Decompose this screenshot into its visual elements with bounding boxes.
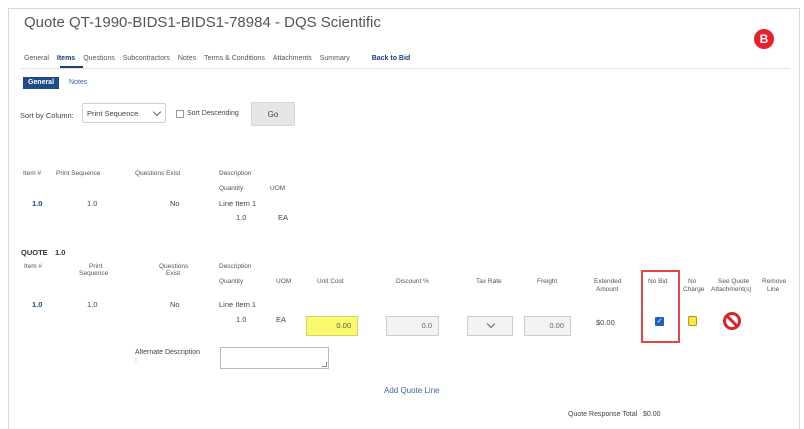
quote-number: 1.0 [55,248,66,257]
items-header-print-sequence: Print Sequence [56,170,101,177]
quote-header-freight: Freight [537,278,558,285]
quote-header-uom: UOM [276,278,292,285]
quote-header-item: Item # [24,263,43,270]
sort-by-label: Sort by Column: [20,111,74,120]
no-bid-checkbox[interactable]: ✓ [655,317,664,326]
quote-row-questions: No [170,300,180,309]
items-row-questions: No [170,199,180,208]
quote-header-quantity: Quantity [219,278,244,285]
add-quote-line-link[interactable]: Add Quote Line [384,386,440,395]
items-row-description: Line Item 1 [219,199,257,208]
quote-header-no: No [688,278,697,285]
items-row-item[interactable]: 1.0 [32,199,42,208]
page-frame [8,8,800,429]
tab-bar: General Items Questions Subcontractors N… [24,55,410,62]
quote-header-amount: Amount [596,286,619,293]
discount-input[interactable]: 0.0 [386,316,439,336]
back-to-bid-link[interactable]: Back to Bid [372,55,411,62]
tab-items[interactable]: Items [57,55,75,62]
quote-header-discount: Discount % [396,278,429,285]
items-header-questions: Questions Exist [135,170,181,177]
quote-header-sequence: Sequence [79,270,109,277]
alternate-description-textarea[interactable] [220,347,329,369]
quote-header-extended: Extended [594,278,622,285]
items-row-print-sequence: 1.0 [87,199,98,208]
quote-row-item[interactable]: 1.0 [32,300,42,309]
quote-row-quantity: 1.0 [236,315,247,324]
quote-label: QUOTE [21,248,48,257]
quote-row-description: Line Item 1 [219,300,257,309]
chevron-down-icon [486,319,496,329]
subtab-general[interactable]: General [23,77,59,89]
quote-header-attachments: Attachment(s) [711,286,752,293]
sort-column-value: Print Sequence [87,109,139,118]
quote-row-print-sequence: 1.0 [87,300,98,309]
tab-terms-conditions[interactable]: Terms & Conditions [204,55,265,62]
tab-general[interactable]: General [24,55,49,62]
items-header-uom: UOM [270,185,286,192]
go-button[interactable]: Go [251,102,295,126]
items-header-description: Description [219,170,252,177]
no-bid-highlight [641,270,680,343]
quote-response-total-value: $0.00 [643,411,661,418]
sort-column-select[interactable]: Print Sequence [82,103,166,123]
sort-descending-label: Sort Descending [187,110,239,117]
chevron-down-icon [152,107,162,117]
quote-header-charge: Charge [683,286,705,293]
quote-header-remove: Remove [762,278,787,285]
tabs-divider [20,68,790,69]
page-title: Quote QT-1990-BIDS1-BIDS1-78984 - DQS Sc… [24,14,381,31]
extended-amount: $0.00 [596,318,615,327]
quote-header-print: Print [89,263,103,270]
sort-descending-checkbox[interactable] [176,110,184,118]
quote-header-tax-rate: Tax Rate [476,278,502,285]
user-avatar[interactable]: B [754,29,774,49]
tab-summary[interactable]: Summary [320,55,350,62]
resize-grip-icon[interactable] [322,362,327,367]
quote-header-questions: Questions [159,263,189,270]
items-row-uom: EA [278,213,289,222]
quote-header-line: Line [767,286,780,293]
items-header-quantity: Quantity [219,185,244,192]
alternate-description-colon: : [135,357,137,364]
freight-input[interactable]: 0.00 [524,316,571,336]
quote-header-exist: Exist [166,270,181,277]
alternate-description-label: Alternate Description [135,349,200,356]
remove-line-icon[interactable] [722,311,742,331]
tab-attachments[interactable]: Attachments [273,55,312,62]
no-charge-checkbox[interactable] [688,316,697,326]
subtab-notes[interactable]: Notes [69,77,87,89]
tax-rate-select[interactable] [467,316,513,336]
tab-questions[interactable]: Questions [83,55,115,62]
tab-subcontractors[interactable]: Subcontractors [123,55,170,62]
quote-header-see-quote: See Quote [718,278,750,285]
tab-notes[interactable]: Notes [178,55,196,62]
quote-header-description: Description [219,263,252,270]
items-header-item: Item # [23,170,42,177]
unit-cost-input[interactable]: 0.00 [306,316,358,336]
quote-response-total-label: Quote Response Total [568,411,638,418]
items-row-quantity: 1.0 [236,213,247,222]
quote-row-uom: EA [276,315,287,324]
quote-header-unit-cost: Unit Cost [317,278,344,285]
